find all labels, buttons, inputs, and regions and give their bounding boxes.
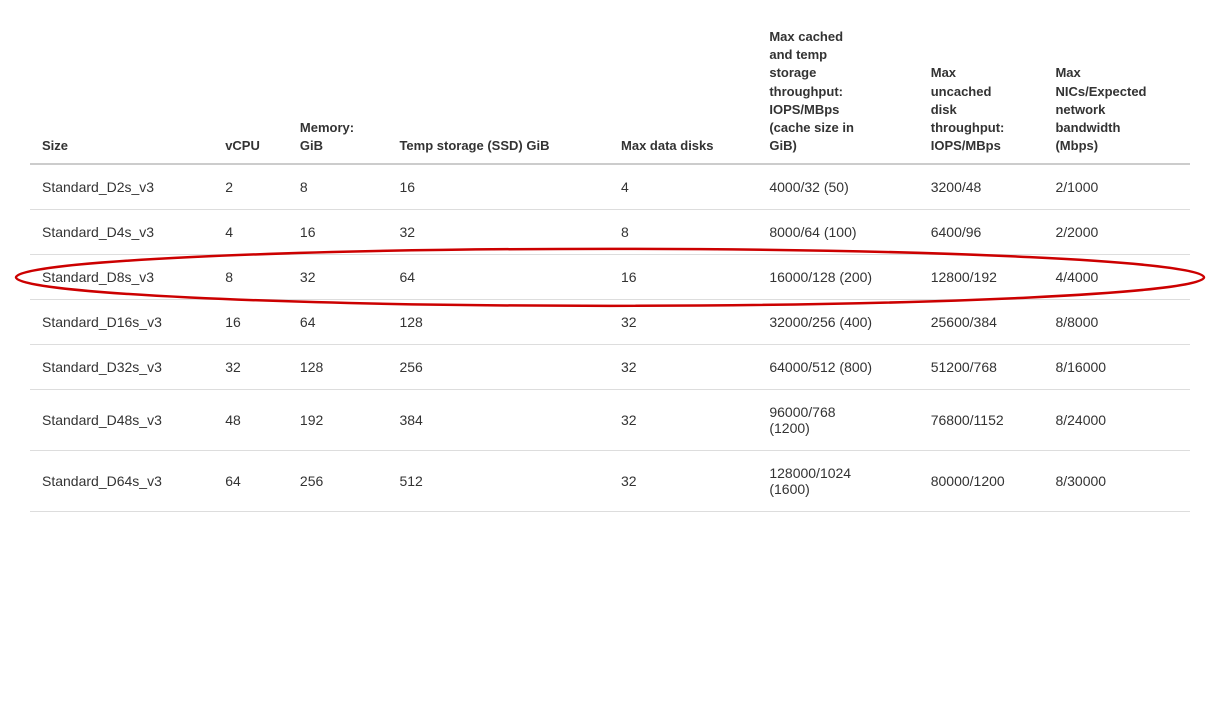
cell-max_nics: 8/24000 (1043, 390, 1190, 451)
cell-temp_storage: 256 (387, 345, 609, 390)
table-row: Standard_D16s_v316641283232000/256 (400)… (30, 300, 1190, 345)
cell-vcpu: 8 (213, 255, 288, 300)
cell-max_data_disks: 32 (609, 451, 757, 512)
table-row: Standard_D64s_v36425651232128000/1024(16… (30, 451, 1190, 512)
cell-size: Standard_D8s_v3 (30, 255, 213, 300)
cell-max_cached: 4000/32 (50) (757, 164, 918, 210)
cell-temp_storage: 32 (387, 210, 609, 255)
vm-sizes-table: Size vCPU Memory:GiB Temp storage (SSD) … (30, 20, 1190, 512)
cell-temp_storage: 128 (387, 300, 609, 345)
cell-max_cached: 96000/768(1200) (757, 390, 918, 451)
cell-temp_storage: 384 (387, 390, 609, 451)
col-header-size: Size (30, 20, 213, 164)
cell-max_nics: 8/16000 (1043, 345, 1190, 390)
col-header-max-nics: MaxNICs/Expectednetworkbandwidth(Mbps) (1043, 20, 1190, 164)
cell-temp_storage: 64 (387, 255, 609, 300)
cell-vcpu: 48 (213, 390, 288, 451)
col-header-memory: Memory:GiB (288, 20, 388, 164)
cell-max_uncached: 76800/1152 (919, 390, 1044, 451)
cell-size: Standard_D48s_v3 (30, 390, 213, 451)
cell-temp_storage: 512 (387, 451, 609, 512)
cell-max_nics: 4/4000 (1043, 255, 1190, 300)
col-header-temp-storage: Temp storage (SSD) GiB (387, 20, 609, 164)
cell-memory: 32 (288, 255, 388, 300)
cell-max_data_disks: 32 (609, 300, 757, 345)
cell-max_data_disks: 32 (609, 390, 757, 451)
cell-max_cached: 8000/64 (100) (757, 210, 918, 255)
cell-max_uncached: 25600/384 (919, 300, 1044, 345)
table-row: Standard_D2s_v3281644000/32 (50)3200/482… (30, 164, 1190, 210)
cell-memory: 16 (288, 210, 388, 255)
cell-size: Standard_D32s_v3 (30, 345, 213, 390)
col-header-max-data-disks: Max data disks (609, 20, 757, 164)
cell-memory: 128 (288, 345, 388, 390)
cell-size: Standard_D4s_v3 (30, 210, 213, 255)
col-header-max-uncached: Maxuncacheddiskthroughput:IOPS/MBps (919, 20, 1044, 164)
table-row: Standard_D8s_v3832641616000/128 (200)128… (30, 255, 1190, 300)
cell-max_uncached: 80000/1200 (919, 451, 1044, 512)
cell-max_nics: 2/2000 (1043, 210, 1190, 255)
cell-size: Standard_D2s_v3 (30, 164, 213, 210)
cell-max_cached: 32000/256 (400) (757, 300, 918, 345)
table-row: Standard_D32s_v3321282563264000/512 (800… (30, 345, 1190, 390)
col-header-vcpu: vCPU (213, 20, 288, 164)
cell-memory: 256 (288, 451, 388, 512)
cell-max_data_disks: 4 (609, 164, 757, 210)
cell-max_uncached: 51200/768 (919, 345, 1044, 390)
cell-size: Standard_D64s_v3 (30, 451, 213, 512)
cell-vcpu: 2 (213, 164, 288, 210)
cell-max_data_disks: 16 (609, 255, 757, 300)
cell-vcpu: 16 (213, 300, 288, 345)
cell-vcpu: 4 (213, 210, 288, 255)
cell-memory: 192 (288, 390, 388, 451)
cell-vcpu: 32 (213, 345, 288, 390)
cell-max_cached: 64000/512 (800) (757, 345, 918, 390)
cell-max_cached: 128000/1024(1600) (757, 451, 918, 512)
cell-max_uncached: 6400/96 (919, 210, 1044, 255)
cell-memory: 64 (288, 300, 388, 345)
cell-max_nics: 2/1000 (1043, 164, 1190, 210)
cell-max_uncached: 12800/192 (919, 255, 1044, 300)
cell-max_data_disks: 32 (609, 345, 757, 390)
cell-max_nics: 8/8000 (1043, 300, 1190, 345)
cell-max_uncached: 3200/48 (919, 164, 1044, 210)
cell-temp_storage: 16 (387, 164, 609, 210)
table-row: Standard_D4s_v34163288000/64 (100)6400/9… (30, 210, 1190, 255)
cell-size: Standard_D16s_v3 (30, 300, 213, 345)
col-header-max-cached: Max cachedand tempstoragethroughput:IOPS… (757, 20, 918, 164)
cell-vcpu: 64 (213, 451, 288, 512)
cell-max_nics: 8/30000 (1043, 451, 1190, 512)
cell-max_cached: 16000/128 (200) (757, 255, 918, 300)
table-row: Standard_D48s_v3481923843296000/768(1200… (30, 390, 1190, 451)
cell-memory: 8 (288, 164, 388, 210)
cell-max_data_disks: 8 (609, 210, 757, 255)
